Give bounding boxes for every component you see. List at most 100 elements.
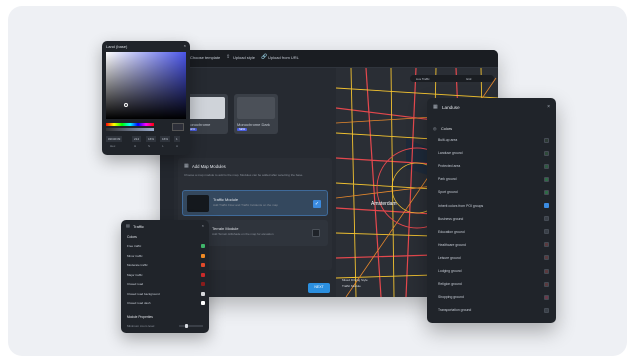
landuse-row-label: Landuse ground	[438, 151, 463, 156]
map-legend-title: Mixed Driving Style	[342, 278, 368, 282]
landuse-title: Landuse	[442, 105, 460, 110]
template-name: Monochrome	[187, 122, 211, 127]
slider-handle[interactable]	[185, 324, 188, 328]
min-zoom-label: Minimum zoom level	[127, 324, 155, 328]
traffic-row-label: Closed road dash	[127, 301, 151, 305]
tab-bar: Choose template ⇪ Upload style 🔗 Upload …	[160, 50, 498, 68]
traffic-row-label: Moderate traffic	[127, 263, 148, 267]
landuse-color-swatch[interactable]	[544, 255, 549, 261]
landuse-color-swatch[interactable]	[544, 150, 549, 156]
traffic-row-label: Minor traffic	[127, 253, 143, 258]
channel-label: H	[134, 144, 137, 148]
landuse-row-label: Park ground	[438, 177, 457, 182]
color-inputs: #2D2F39 214 16% 16% 1	[106, 135, 188, 142]
landuse-row-label: Protected area	[438, 164, 461, 169]
module-desc: Add Traffic Flow and Traffic Incidents o…	[213, 203, 278, 207]
traffic-title: Traffic	[133, 224, 144, 229]
template-card-monochrome[interactable]: Monochrome NEW	[184, 94, 228, 134]
channel-label: A	[176, 144, 179, 148]
modules-title: Add Map Modules	[192, 164, 226, 169]
traffic-row-label: Free traffic	[127, 244, 142, 248]
color-picker-header: Land (base) ×	[102, 41, 190, 52]
traffic-row-label: Closed road	[127, 282, 144, 286]
tab-upload-url[interactable]: Upload from URL	[268, 55, 299, 60]
color-swatch	[172, 123, 184, 131]
template-name: Monochrome Dark	[237, 122, 270, 127]
a-input[interactable]: 1	[174, 136, 180, 142]
map-legend-item: Traffic Module	[342, 284, 361, 288]
landuse-row-label: Shopping ground	[438, 295, 464, 300]
traffic-color-swatch[interactable]	[201, 272, 205, 277]
traffic-color-swatch[interactable]	[201, 263, 205, 267]
min-zoom-slider[interactable]	[179, 324, 203, 328]
map-city-label: Amsterdam	[371, 201, 397, 207]
tab-choose-template[interactable]: Choose template	[190, 55, 220, 60]
landuse-row-label: Lodging ground	[438, 269, 462, 273]
traffic-row-label: Closed road background	[127, 291, 160, 296]
hex-input[interactable]: #2D2F39	[106, 136, 123, 142]
toggle-grid[interactable]: Grid	[466, 77, 471, 81]
toggle-live-traffic[interactable]: Live Traffic	[416, 77, 429, 81]
traffic-color-swatch[interactable]	[201, 244, 205, 248]
landuse-color-swatch[interactable]	[544, 189, 549, 195]
traffic-icon: ▤	[126, 223, 130, 228]
landuse-color-swatch[interactable]	[544, 242, 549, 248]
landuse-row-label: Education ground	[438, 229, 465, 234]
traffic-section-title: Colors	[127, 235, 137, 239]
colors-section-icon: ◎	[433, 126, 437, 131]
module-checkbox-traffic[interactable]: ✓	[313, 200, 321, 208]
landuse-color-swatch[interactable]	[544, 307, 549, 313]
modules-icon: ▦	[184, 163, 189, 169]
channel-labels: Hex H S L A	[106, 144, 188, 149]
landuse-row-label: Inherit colors from POI groups	[438, 203, 484, 208]
landuse-row-label: Transportation ground	[438, 308, 472, 313]
landuse-color-swatch[interactable]	[544, 163, 549, 169]
upload-icon: ⇪	[226, 54, 231, 60]
template-thumbnail	[187, 97, 225, 119]
landuse-checkbox-checked[interactable]	[544, 203, 549, 208]
module-card-traffic[interactable]: Traffic Module Add Traffic Flow and Traf…	[182, 190, 328, 216]
landuse-color-swatch[interactable]	[544, 216, 549, 222]
landuse-row-label: Religion ground	[438, 282, 462, 287]
hue-slider[interactable]	[106, 123, 154, 126]
tab-upload-style[interactable]: Upload style	[233, 55, 255, 60]
landuse-color-swatch[interactable]	[544, 229, 549, 235]
landuse-color-swatch[interactable]	[544, 268, 549, 274]
traffic-color-swatch[interactable]	[201, 301, 205, 305]
new-badge: NEW	[237, 128, 248, 131]
close-icon[interactable]: ×	[547, 104, 550, 110]
close-icon[interactable]: ×	[184, 43, 186, 48]
landuse-row-label: Leisure ground	[438, 255, 461, 260]
module-thumbnail	[187, 195, 209, 212]
traffic-color-swatch[interactable]	[201, 282, 205, 286]
landuse-section-title: Colors	[441, 127, 452, 131]
template-card-monochrome-dark[interactable]: Monochrome Dark NEW	[234, 94, 278, 134]
traffic-color-swatch[interactable]	[201, 253, 205, 258]
landuse-icon: ▦	[433, 104, 438, 110]
traffic-panel: ▤ Traffic × Colors Free traffic Minor tra…	[121, 220, 209, 333]
saturation-value-area[interactable]	[106, 52, 186, 119]
landuse-color-swatch[interactable]	[544, 294, 549, 300]
traffic-color-swatch[interactable]	[201, 291, 205, 296]
color-cursor[interactable]	[124, 103, 128, 107]
traffic-footer-section: Module Properties	[127, 315, 153, 319]
template-thumbnail	[237, 97, 275, 119]
module-desc: Add Terrain Hillshade on the map for ele…	[212, 232, 274, 236]
h-input[interactable]: 214	[132, 136, 142, 142]
landuse-color-swatch[interactable]	[544, 137, 549, 143]
landuse-row-label: Sport ground	[438, 190, 458, 195]
modules-description: Choose a map module to add to the map. M…	[184, 173, 304, 177]
landuse-color-swatch[interactable]	[544, 281, 549, 287]
module-name: Traffic Module	[213, 197, 239, 202]
traffic-row-label: Major traffic	[127, 272, 143, 277]
alpha-slider[interactable]	[106, 128, 154, 131]
next-button[interactable]: NEXT	[308, 283, 330, 293]
s-input[interactable]: 16%	[146, 136, 157, 142]
close-icon[interactable]: ×	[202, 223, 204, 228]
color-picker-title: Land (base)	[106, 44, 128, 49]
module-name: Terrain Module	[212, 226, 239, 231]
l-input[interactable]: 16%	[160, 136, 171, 142]
module-checkbox-terrain[interactable]	[312, 229, 320, 237]
landuse-color-swatch[interactable]	[544, 176, 549, 182]
channel-label: S	[148, 144, 151, 148]
